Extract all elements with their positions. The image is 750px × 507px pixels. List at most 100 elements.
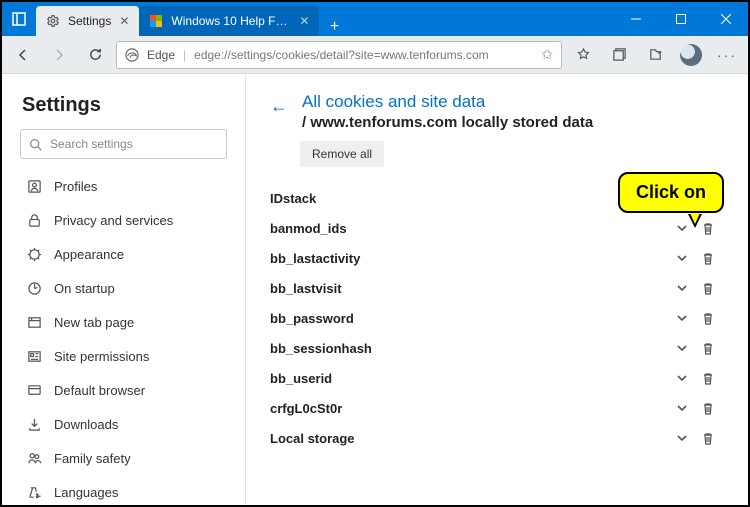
divider: |	[183, 48, 186, 62]
tab-title: Settings	[68, 14, 111, 28]
expand-button[interactable]	[676, 372, 702, 384]
sidebar-icon	[26, 416, 42, 432]
sidebar-icon	[26, 246, 42, 262]
cookie-list: IDstackbanmod_idsbb_lastactivitybb_lastv…	[270, 183, 724, 453]
favorites-button[interactable]	[568, 40, 598, 70]
sidebar-item-site-permissions[interactable]: Site permissions	[20, 339, 227, 373]
close-icon[interactable]: ✕	[119, 14, 129, 28]
tab-actions-icon[interactable]	[2, 2, 36, 36]
close-icon[interactable]: ✕	[299, 14, 309, 28]
search-placeholder: Search settings	[50, 137, 133, 151]
cookie-row: bb_lastactivity	[270, 243, 724, 273]
sidebar-item-new-tab-page[interactable]: New tab page	[20, 305, 227, 339]
delete-button[interactable]	[702, 252, 724, 265]
delete-button[interactable]	[702, 432, 724, 445]
cookie-row: bb_password	[270, 303, 724, 333]
sidebar-icon	[26, 178, 42, 194]
sidebar-item-profiles[interactable]: Profiles	[20, 169, 227, 203]
cookie-row: Local storage	[270, 423, 724, 453]
delete-button[interactable]	[702, 342, 724, 355]
sidebar-icon	[26, 212, 42, 228]
sidebar-item-label: On startup	[54, 281, 115, 296]
extensions-button[interactable]	[640, 40, 670, 70]
remove-all-button[interactable]: Remove all	[300, 141, 384, 167]
sidebar-icon	[26, 348, 42, 364]
cookie-name: bb_lastactivity	[270, 251, 676, 266]
page-subtitle: / www.tenforums.com locally stored data	[302, 114, 593, 131]
engine-label: Edge	[147, 48, 175, 62]
sidebar-item-label: Family safety	[54, 451, 131, 466]
sidebar-item-label: Languages	[54, 485, 118, 500]
sidebar-icon	[26, 382, 42, 398]
cookie-row: bb_lastvisit	[270, 273, 724, 303]
settings-main: ← All cookies and site data / www.tenfor…	[246, 74, 748, 505]
profile-button[interactable]	[676, 40, 706, 70]
cookie-row: bb_sessionhash	[270, 333, 724, 363]
search-input[interactable]: Search settings	[20, 129, 227, 159]
window-titlebar: Settings ✕ Windows 10 Help Forums ✕ +	[2, 2, 748, 36]
delete-button[interactable]	[702, 282, 724, 295]
sidebar-item-label: Default browser	[54, 383, 145, 398]
back-arrow-button[interactable]: ←	[270, 96, 288, 117]
sidebar-item-languages[interactable]: Languages	[20, 475, 227, 505]
delete-button[interactable]	[702, 222, 724, 235]
sidebar-item-appearance[interactable]: Appearance	[20, 237, 227, 271]
expand-button[interactable]	[676, 252, 702, 264]
minimize-button[interactable]	[613, 2, 658, 36]
cookie-row: banmod_ids	[270, 213, 724, 243]
delete-button[interactable]	[702, 402, 724, 415]
url-text: edge://settings/cookies/detail?site=www.…	[194, 48, 533, 62]
cookie-name: crfgL0cSt0r	[270, 401, 676, 416]
breadcrumb-link[interactable]: All cookies and site data	[302, 92, 593, 112]
expand-button[interactable]	[676, 402, 702, 414]
tab-settings[interactable]: Settings ✕	[36, 6, 139, 36]
forward-button[interactable]	[44, 40, 74, 70]
back-button[interactable]	[8, 40, 38, 70]
sidebar-item-privacy-and-services[interactable]: Privacy and services	[20, 203, 227, 237]
collections-button[interactable]	[604, 40, 634, 70]
close-window-button[interactable]	[703, 2, 748, 36]
content-area: Settings Search settings Profiles Privacy…	[2, 74, 748, 505]
sidebar-item-family-safety[interactable]: Family safety	[20, 441, 227, 475]
tab-strip: Settings ✕ Windows 10 Help Forums ✕ +	[36, 2, 613, 36]
read-aloud-icon[interactable]: ✩	[541, 46, 553, 63]
sidebar-icon	[26, 484, 42, 500]
tooltip-tail	[688, 214, 702, 228]
cookie-row: bb_userid	[270, 363, 724, 393]
expand-button[interactable]	[676, 312, 702, 324]
refresh-button[interactable]	[80, 40, 110, 70]
sidebar-item-label: Profiles	[54, 179, 97, 194]
site-favicon	[149, 14, 163, 28]
page-title: Settings	[22, 94, 227, 117]
delete-button[interactable]	[702, 372, 724, 385]
search-icon	[29, 138, 42, 151]
sidebar-item-on-startup[interactable]: On startup	[20, 271, 227, 305]
menu-button[interactable]: ···	[712, 40, 742, 70]
sidebar-icon	[26, 314, 42, 330]
new-tab-button[interactable]: +	[319, 18, 349, 36]
sidebar-icon	[26, 450, 42, 466]
tooltip-balloon: Click on	[618, 172, 724, 213]
cookie-name: bb_password	[270, 311, 676, 326]
sidebar-item-label: Site permissions	[54, 349, 149, 364]
window-controls	[613, 2, 748, 36]
sidebar-item-default-browser[interactable]: Default browser	[20, 373, 227, 407]
sidebar-item-label: Privacy and services	[54, 213, 173, 228]
sidebar-item-downloads[interactable]: Downloads	[20, 407, 227, 441]
expand-button[interactable]	[676, 432, 702, 444]
cookie-name: Local storage	[270, 431, 676, 446]
expand-button[interactable]	[676, 342, 702, 354]
delete-button[interactable]	[702, 312, 724, 325]
expand-button[interactable]	[676, 282, 702, 294]
sidebar-item-label: New tab page	[54, 315, 134, 330]
cookie-name: banmod_ids	[270, 221, 676, 236]
annotation-tooltip: Click on	[618, 172, 724, 213]
cookie-row: crfgL0cSt0r	[270, 393, 724, 423]
settings-sidebar: Settings Search settings Profiles Privacy…	[2, 74, 246, 505]
address-bar[interactable]: Edge | edge://settings/cookies/detail?si…	[116, 41, 562, 69]
sidebar-item-label: Appearance	[54, 247, 124, 262]
maximize-button[interactable]	[658, 2, 703, 36]
sidebar-item-label: Downloads	[54, 417, 118, 432]
page-header: ← All cookies and site data / www.tenfor…	[270, 92, 724, 131]
tab-forums[interactable]: Windows 10 Help Forums ✕	[139, 6, 319, 36]
